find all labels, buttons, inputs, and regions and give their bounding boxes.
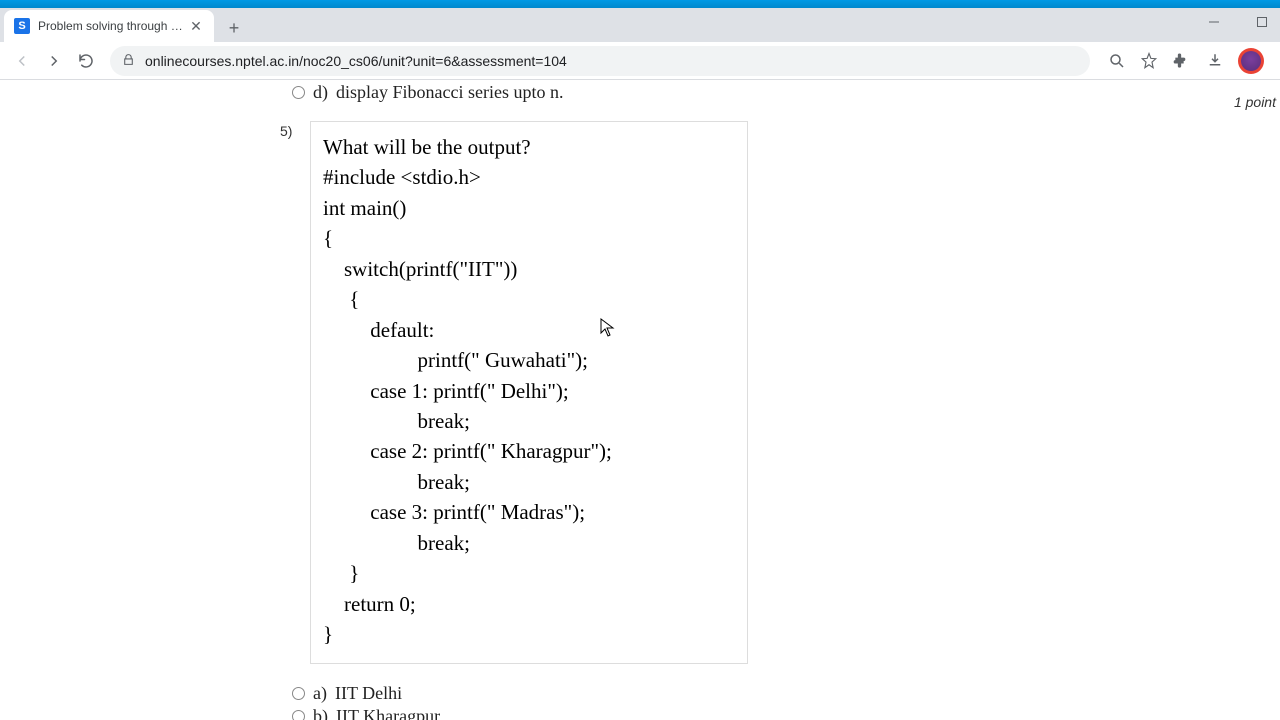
minimize-button[interactable] xyxy=(1200,12,1228,32)
address-bar[interactable]: onlinecourses.nptel.ac.in/noc20_cs06/uni… xyxy=(110,46,1090,76)
option-text: IIT Delhi xyxy=(335,683,402,704)
question-block: 5) What will be the output? #include <st… xyxy=(280,111,1280,664)
code-line: default: xyxy=(323,315,735,345)
question-points: 1 point xyxy=(1234,94,1276,110)
radio-button[interactable] xyxy=(292,687,305,700)
code-line: { xyxy=(323,223,735,253)
question-prompt: What will be the output? xyxy=(323,132,735,162)
reload-button[interactable] xyxy=(72,47,100,75)
code-line: printf(" Guwahati"); xyxy=(323,345,735,375)
code-line: break; xyxy=(323,467,735,497)
code-block: #include <stdio.h>int main(){ switch(pri… xyxy=(323,162,735,649)
code-line: return 0; xyxy=(323,589,735,619)
option-label: b) xyxy=(313,706,328,720)
option-text: IIT Kharagpur xyxy=(336,706,440,720)
page-content: d) display Fibonacci series upto n. 5) W… xyxy=(0,80,1280,720)
code-line: case 1: printf(" Delhi"); xyxy=(323,376,735,406)
tab-favicon: S xyxy=(14,18,30,34)
code-line: break; xyxy=(323,406,735,436)
code-line: } xyxy=(323,558,735,588)
code-line: #include <stdio.h> xyxy=(323,162,735,192)
code-line: case 3: printf(" Madras"); xyxy=(323,497,735,527)
radio-button[interactable] xyxy=(292,710,305,720)
code-line: case 2: printf(" Kharagpur"); xyxy=(323,436,735,466)
answer-option[interactable]: b) IIT Kharagpur xyxy=(292,705,1280,720)
question-number: 5) xyxy=(280,121,310,139)
forward-button[interactable] xyxy=(40,47,68,75)
close-icon[interactable]: ✕ xyxy=(188,18,204,34)
window-controls xyxy=(1200,12,1276,32)
radio-button[interactable] xyxy=(292,86,305,99)
toolbar-actions: 0 xyxy=(1100,48,1272,74)
code-line: { xyxy=(323,284,735,314)
svg-text:0: 0 xyxy=(1184,60,1188,69)
browser-toolbar: onlinecourses.nptel.ac.in/noc20_cs06/uni… xyxy=(0,42,1280,80)
option-label: d) xyxy=(313,82,328,103)
code-line: } xyxy=(323,619,735,649)
lock-icon xyxy=(122,53,135,69)
option-text: display Fibonacci series upto n. xyxy=(336,82,563,103)
tab-strip: S Problem solving through Program ✕ + xyxy=(0,8,1280,42)
tab-title: Problem solving through Program xyxy=(38,19,188,33)
code-line: switch(printf("IIT")) xyxy=(323,254,735,284)
extension-icon[interactable]: 0 xyxy=(1172,51,1192,71)
avatar-image xyxy=(1241,51,1261,71)
option-label: a) xyxy=(313,683,327,704)
bookmark-star-icon[interactable] xyxy=(1140,52,1158,70)
downloads-icon[interactable] xyxy=(1206,52,1224,70)
back-button[interactable] xyxy=(8,47,36,75)
new-tab-button[interactable]: + xyxy=(220,14,248,42)
code-line: int main() xyxy=(323,193,735,223)
browser-tab[interactable]: S Problem solving through Program ✕ xyxy=(4,10,214,42)
question-content: What will be the output? #include <stdio… xyxy=(310,121,748,664)
profile-avatar[interactable] xyxy=(1238,48,1264,74)
window-title-bar xyxy=(0,0,1280,8)
url-text: onlinecourses.nptel.ac.in/noc20_cs06/uni… xyxy=(145,53,567,69)
code-line: break; xyxy=(323,528,735,558)
answer-option[interactable]: a) IIT Delhi xyxy=(292,682,1280,705)
previous-question-option: d) display Fibonacci series upto n. xyxy=(280,80,1280,111)
maximize-button[interactable] xyxy=(1248,12,1276,32)
answer-options: a)IIT Delhib)IIT Kharagpurc)IIT Madras xyxy=(280,664,1280,720)
zoom-icon[interactable] xyxy=(1108,52,1126,70)
